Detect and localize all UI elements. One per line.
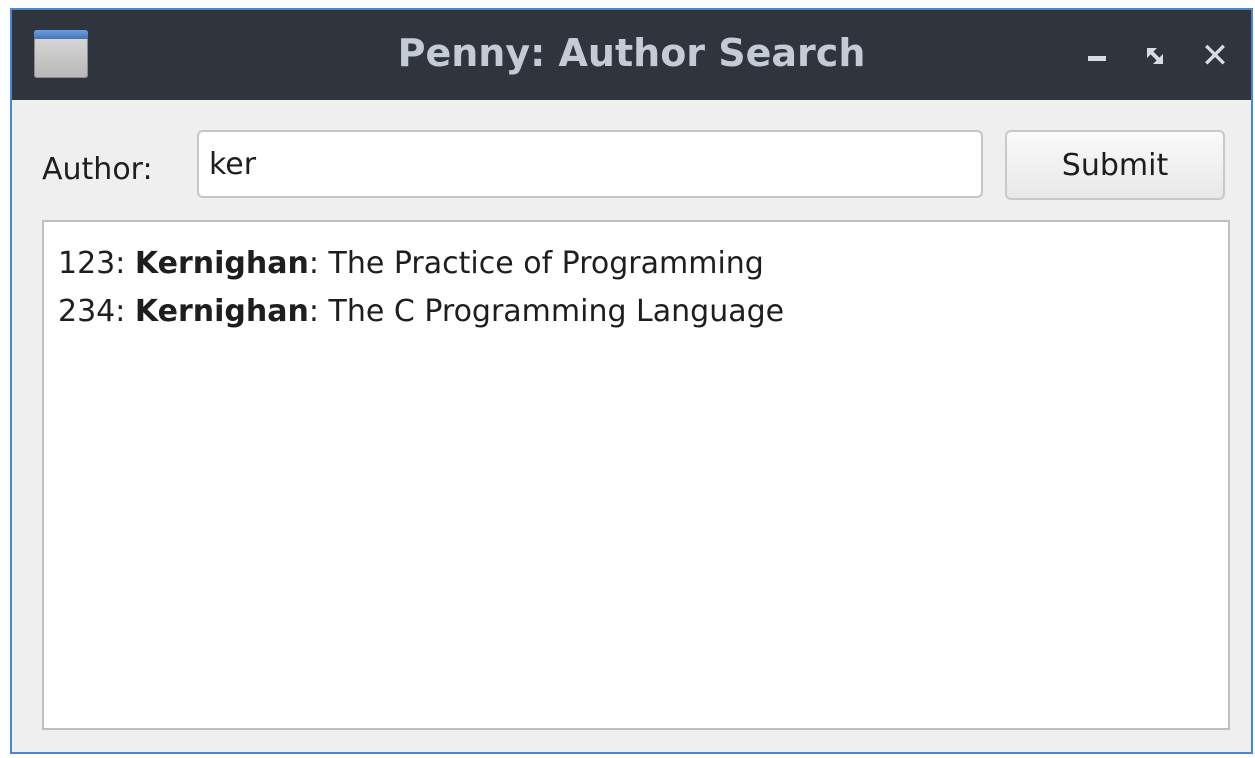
result-item: 234: Kernighan: The C Programming Langua… [58, 288, 1214, 336]
result-item: 123: Kernighan: The Practice of Programm… [58, 240, 1214, 288]
minimize-icon[interactable] [1076, 34, 1120, 78]
result-id: 234 [58, 294, 116, 329]
maximize-arrows-icon [1147, 48, 1163, 64]
result-author: Kernighan [134, 294, 309, 329]
result-id-separator: : [115, 294, 135, 329]
result-title-separator: : [308, 294, 329, 329]
result-author: Kernighan [134, 246, 309, 281]
window-title: Penny: Author Search [397, 31, 866, 75]
title-bar[interactable]: Penny: Author Search ✕ [12, 10, 1251, 100]
app-window: Penny: Author Search ✕ Author: Submit 12… [10, 8, 1253, 754]
author-label: Author: [42, 152, 153, 187]
close-icon[interactable]: ✕ [1193, 34, 1237, 78]
maximize-icon[interactable] [1133, 34, 1177, 78]
author-search-input[interactable] [197, 130, 983, 198]
submit-button[interactable]: Submit [1005, 130, 1225, 200]
result-title-separator: : [308, 246, 329, 281]
result-id-separator: : [115, 246, 135, 281]
result-id: 123 [58, 246, 116, 281]
main-content: Author: Submit 123: Kernighan: The Pract… [12, 100, 1251, 752]
result-title: The Practice of Programming [328, 246, 764, 281]
result-title: The C Programming Language [328, 294, 785, 329]
results-list[interactable]: 123: Kernighan: The Practice of Programm… [42, 220, 1230, 730]
